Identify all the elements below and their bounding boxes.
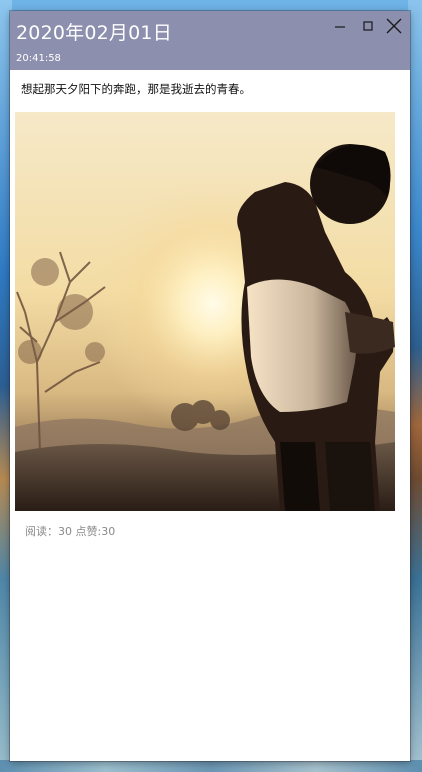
read-label: 阅读：	[25, 525, 58, 538]
post-text: 想起那天夕阳下的奔跑，那是我逝去的青春。	[21, 82, 251, 96]
entry-time: 20:41:58	[16, 53, 61, 64]
read-count: 30	[58, 525, 72, 538]
close-button[interactable]	[380, 13, 408, 39]
minimize-icon	[335, 26, 345, 28]
maximize-button[interactable]	[354, 13, 382, 39]
post-photo[interactable]	[15, 112, 395, 511]
maximize-icon	[363, 21, 373, 31]
like-count: 30	[101, 525, 116, 538]
entry-date: 2020年02月01日	[16, 22, 172, 44]
post-image	[15, 112, 395, 511]
close-icon	[386, 18, 402, 34]
title-bar[interactable]: 2020年02月01日 20:41:58	[10, 11, 410, 70]
like-label: 点赞:	[75, 525, 102, 538]
desktop-wallpaper-bottom	[0, 760, 422, 772]
diary-window: 2020年02月01日 20:41:58 想起那天夕阳下的奔跑，那是我逝去的青春…	[10, 11, 410, 761]
minimize-button[interactable]	[326, 13, 354, 39]
post-stats: 阅读：30 点赞:30	[25, 523, 115, 539]
desktop-wallpaper-right	[408, 0, 422, 772]
